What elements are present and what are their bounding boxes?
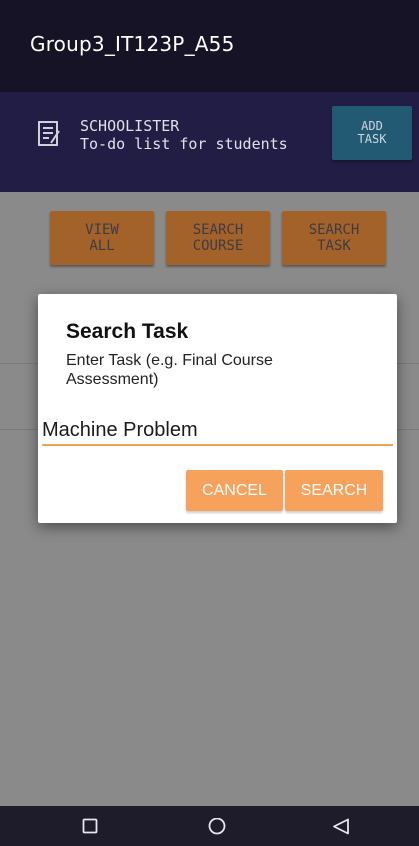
dialog-message: Enter Task (e.g. Final Course Assessment…	[66, 352, 273, 388]
search-task-line1: SEARCH	[308, 222, 360, 238]
cancel-button[interactable]: CANCEL	[186, 470, 283, 511]
app-title: Group3_IT123P_A55	[30, 32, 235, 56]
search-button[interactable]: SEARCH	[285, 470, 383, 511]
task-search-input[interactable]	[42, 416, 393, 446]
view-all-button[interactable]: VIEW ALL	[50, 211, 154, 265]
search-course-line2: COURSE	[192, 238, 244, 254]
back-triangle-icon[interactable]	[332, 818, 350, 836]
search-course-line1: SEARCH	[192, 222, 244, 238]
header-title: SCHOOLISTER	[80, 117, 180, 135]
app-bar: Group3_IT123P_A55	[0, 0, 419, 92]
recents-square-icon[interactable]	[82, 818, 98, 834]
header-subtitle: To-do list for students	[80, 135, 288, 153]
search-task-line2: TASK	[317, 238, 351, 254]
system-nav-bar	[0, 806, 419, 846]
add-task-button[interactable]: ADD TASK	[332, 106, 412, 160]
add-task-line1: ADD	[361, 119, 383, 133]
dialog-title: Search Task	[66, 320, 189, 343]
search-course-button[interactable]: SEARCH COURSE	[166, 211, 270, 265]
view-all-line2: ALL	[89, 238, 115, 254]
search-task-button[interactable]: SEARCH TASK	[282, 211, 386, 265]
notepad-icon	[38, 121, 60, 146]
search-task-dialog: Search Task Enter Task (e.g. Final Cours…	[38, 294, 397, 523]
add-task-line2: TASK	[357, 132, 387, 146]
home-circle-icon[interactable]	[207, 818, 227, 838]
view-all-line1: VIEW	[85, 222, 119, 238]
